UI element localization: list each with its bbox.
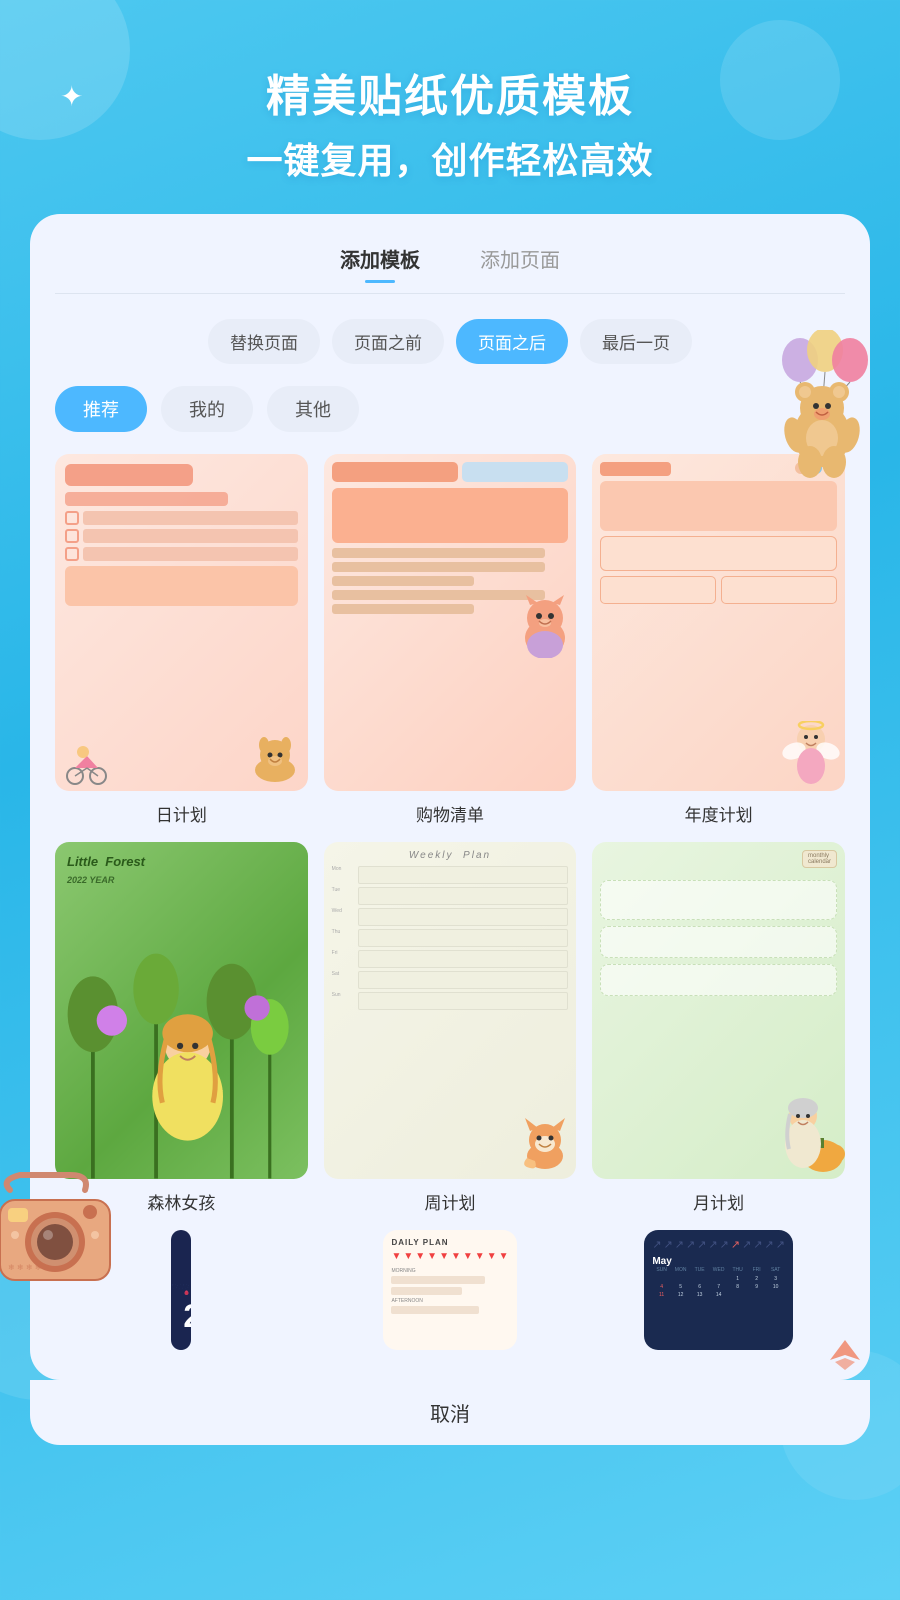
template-thumb-shopping-list: [324, 454, 577, 791]
svg-text:❄: ❄: [172, 1284, 173, 1286]
template-item-weekly-plan[interactable]: Weekly Plan Mon Tue Wed: [324, 842, 577, 1214]
template-thumb-2022: ❄ ✦ ❄ ✦ ❄ ✦ ❄ ☀ ❄ ✦ ❄ ☀ ❄: [171, 1230, 191, 1350]
bear-balloon-decoration: [760, 330, 880, 480]
template-item-monthly-plan[interactable]: monthlycalendar: [592, 842, 845, 1214]
svg-text:✦: ✦: [186, 1284, 187, 1286]
pos-btn-last[interactable]: 最后一页: [580, 319, 692, 364]
weekly-plan-title: Weekly Plan: [332, 850, 569, 861]
template-thumb-daily-plan-2: DAILY PLAN ▼ ▼ ▼ ▼ ▼ ▼ ▼ ▼ ▼ ▼ MORNIN: [383, 1230, 516, 1350]
svg-text:❄: ❄: [188, 1287, 189, 1289]
cat-btn-mine[interactable]: 我的: [161, 386, 253, 432]
tab-add-page[interactable]: 添加页面: [480, 244, 560, 278]
svg-text:❄: ❄: [182, 1287, 183, 1289]
template-thumb-daily-plan: [55, 454, 308, 791]
svg-text:❄: ❄: [176, 1287, 177, 1289]
cat-btn-recommended[interactable]: 推荐: [55, 386, 147, 432]
svg-text:✦: ✦: [180, 1283, 181, 1285]
svg-text:☀: ☀: [185, 1287, 186, 1289]
header-section: 精美贴纸优质模板 一键复用，创作轻松高效: [0, 0, 900, 214]
svg-text:✦: ✦: [179, 1288, 180, 1290]
t4-title-text: Little Forest2022 YEAR: [67, 854, 145, 888]
template-thumb-may-calendar: ↗ ↗ ↗ ↗ ↗ ↗ ↗ ↗ ↗ ↗ ↗ ↗ May: [644, 1230, 793, 1350]
cancel-button[interactable]: 取消: [430, 1398, 470, 1427]
svg-text:✦: ✦: [175, 1284, 176, 1286]
monthly-calendar-tag: monthlycalendar: [802, 850, 837, 868]
header-title-1: 精美贴纸优质模板: [40, 60, 860, 124]
template-label-shopping-list: 购物清单: [416, 801, 484, 826]
template-thumb-weekly-plan: Weekly Plan Mon Tue Wed: [324, 842, 577, 1179]
svg-text:❄: ❄: [183, 1284, 184, 1286]
template-item-shopping-list[interactable]: 购物清单: [324, 454, 577, 826]
cancel-bar: 取消: [30, 1380, 870, 1445]
templates-grid: 日计划: [55, 454, 845, 1360]
template-label-yearly-plan: 年度计划: [685, 801, 753, 826]
svg-text:❄: ❄: [177, 1285, 178, 1287]
category-row: 推荐 我的 其他: [55, 386, 845, 432]
camera-decoration: ❄ ❄ ❄ ❄: [0, 1170, 120, 1290]
template-label-daily-plan: 日计划: [156, 801, 207, 826]
t7-year-text: 2022: [183, 1298, 191, 1335]
header-title-2: 一键复用，创作轻松高效: [40, 132, 860, 184]
template-thumb-yearly-plan: [592, 454, 845, 791]
pos-btn-after[interactable]: 页面之后: [456, 319, 568, 364]
pos-btn-replace[interactable]: 替换页面: [208, 319, 320, 364]
svg-text:❄: ❄: [188, 1285, 189, 1287]
t9-month-label: May: [652, 1256, 785, 1267]
template-label-forest-girl: 森林女孩: [147, 1189, 215, 1214]
svg-text:❄ ❄ ❄ ❄: ❄ ❄ ❄ ❄: [8, 1263, 41, 1272]
t8-header-text: DAILY PLAN: [391, 1238, 508, 1247]
template-thumb-forest-girl: Little Forest2022 YEAR: [55, 842, 308, 1179]
template-item-may-calendar[interactable]: ↗ ↗ ↗ ↗ ↗ ↗ ↗ ↗ ↗ ↗ ↗ ↗ May: [592, 1230, 845, 1360]
template-label-monthly-plan: 月计划: [693, 1189, 744, 1214]
template-item-daily-plan[interactable]: 日计划: [55, 454, 308, 826]
template-label-weekly-plan: 周计划: [424, 1189, 475, 1214]
main-card: 添加模板 添加页面 替换页面 页面之前 页面之后 最后一页 推荐 我的 其他: [30, 214, 870, 1380]
pos-btn-before[interactable]: 页面之前: [332, 319, 444, 364]
position-row: 替换页面 页面之前 页面之后 最后一页: [55, 319, 845, 364]
tab-add-template[interactable]: 添加模板: [340, 244, 420, 278]
template-item-yearly-plan[interactable]: 年度计划: [592, 454, 845, 826]
cat-btn-others[interactable]: 其他: [267, 386, 359, 432]
template-item-daily-plan-2[interactable]: DAILY PLAN ▼ ▼ ▼ ▼ ▼ ▼ ▼ ▼ ▼ ▼ MORNIN: [324, 1230, 577, 1360]
template-item-forest-girl[interactable]: Little Forest2022 YEAR: [55, 842, 308, 1214]
tabs-row: 添加模板 添加页面: [55, 244, 845, 294]
template-thumb-monthly-plan: monthlycalendar: [592, 842, 845, 1179]
svg-text:☀: ☀: [173, 1287, 174, 1289]
